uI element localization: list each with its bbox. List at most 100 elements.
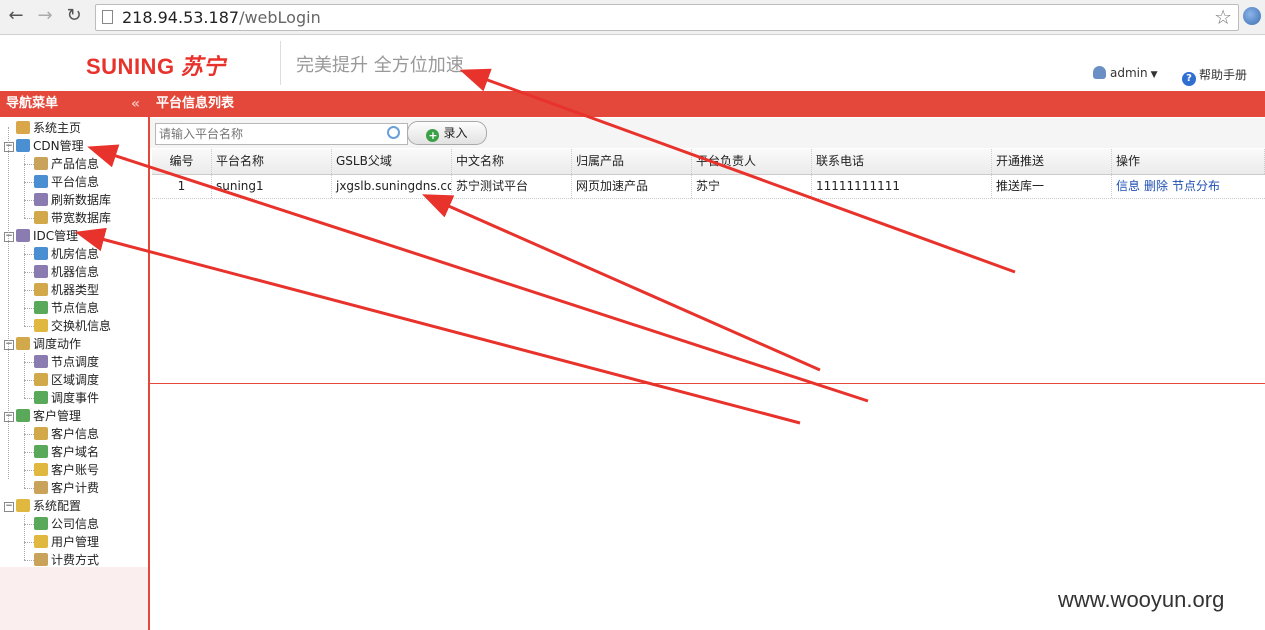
nav-item[interactable]: 机器类型 — [34, 281, 99, 299]
nav-group[interactable]: 客户管理 — [16, 407, 81, 425]
item-icon — [34, 301, 48, 314]
logo: SUNING 苏宁 — [86, 54, 226, 79]
nav-item[interactable]: 用户管理 — [34, 533, 99, 551]
add-label: 录入 — [443, 126, 468, 140]
item-icon — [34, 391, 48, 404]
column-header[interactable]: 开通推送 — [992, 149, 1112, 174]
globe-icon[interactable] — [1243, 7, 1261, 25]
tree-connector — [24, 200, 34, 201]
forward-icon[interactable]: → — [34, 5, 56, 27]
nav-group[interactable]: 调度动作 — [16, 335, 81, 353]
collapse-toggle-icon[interactable]: − — [4, 340, 14, 350]
nav-item[interactable]: 产品信息 — [34, 155, 99, 173]
column-header[interactable]: 平台名称 — [212, 149, 332, 174]
table-cell: 11111111111 — [812, 174, 992, 198]
user-name: admin — [1110, 66, 1148, 80]
table-cell: 苏宁测试平台 — [452, 174, 572, 198]
collapse-icon[interactable]: « — [131, 91, 140, 117]
sidebar-header: 导航菜单 « — [0, 91, 148, 117]
tree-connector — [24, 245, 25, 326]
collapse-toggle-icon[interactable]: − — [4, 502, 14, 512]
nav-item[interactable]: 客户域名 — [34, 443, 99, 461]
column-header[interactable]: GSLB父域 — [332, 149, 452, 174]
nav-item[interactable]: 区域调度 — [34, 371, 99, 389]
item-icon — [34, 283, 48, 296]
item-icon — [34, 247, 48, 260]
nav-tree: 系统主页 − CDN管理 产品信息 平台信息 刷新数据库 带宽数据库 − IDC管理 机房信息 机器… — [0, 117, 148, 567]
row-action-link[interactable]: 节点分布 — [1172, 179, 1220, 193]
nav-group[interactable]: CDN管理 — [16, 137, 84, 155]
collapse-toggle-icon[interactable]: − — [4, 412, 14, 422]
nav-item[interactable]: 节点信息 — [34, 299, 99, 317]
reload-icon[interactable]: ↻ — [63, 5, 85, 27]
tree-connector — [24, 254, 34, 255]
row-action-link[interactable]: 信息 — [1116, 179, 1140, 193]
tree-connector — [24, 470, 34, 471]
user-menu[interactable]: admin ▼ — [1093, 66, 1158, 80]
help-link[interactable]: ? 帮助手册 — [1182, 66, 1247, 86]
column-header[interactable]: 联系电话 — [812, 149, 992, 174]
row-action-link[interactable]: 删除 — [1144, 179, 1168, 193]
back-icon[interactable]: ← — [5, 5, 27, 27]
nav-item[interactable]: 客户信息 — [34, 425, 99, 443]
item-icon — [34, 355, 48, 368]
column-header[interactable]: 归属产品 — [572, 149, 692, 174]
nav-item[interactable]: 调度事件 — [34, 389, 99, 407]
column-header[interactable]: 编号 — [152, 149, 212, 174]
address-bar[interactable]: 218.94.53.187/webLogin ☆ — [95, 4, 1239, 31]
tree-connector — [24, 164, 34, 165]
watermark: www.wooyun.org — [1058, 587, 1225, 612]
plus-icon: + — [426, 129, 440, 142]
nav-item[interactable]: 带宽数据库 — [34, 209, 111, 227]
page-icon — [102, 10, 113, 24]
tree-connector — [24, 425, 25, 488]
nav-item[interactable]: 交换机信息 — [34, 317, 111, 335]
tree-connector — [24, 524, 34, 525]
main-panel: 平台信息列表 +录入 编号平台名称GSLB父域中文名称归属产品平台负责人联系电话… — [150, 91, 1265, 384]
nav-item[interactable]: 机房信息 — [34, 245, 99, 263]
group-icon — [16, 499, 30, 512]
tree-connector — [24, 434, 34, 435]
tree-connector — [8, 127, 9, 479]
help-label: 帮助手册 — [1199, 68, 1248, 82]
tree-connector — [24, 488, 34, 489]
tree-connector — [24, 515, 25, 560]
table-cell: suning1 — [212, 174, 332, 198]
nav-item[interactable]: 机器信息 — [34, 263, 99, 281]
table-cell: 网页加速产品 — [572, 174, 692, 198]
nav-item[interactable]: 客户计费 — [34, 479, 99, 497]
nav-group[interactable]: 系统配置 — [16, 497, 81, 515]
caret-down-icon: ▼ — [1150, 70, 1158, 80]
home-icon — [16, 121, 30, 134]
collapse-toggle-icon[interactable]: − — [4, 142, 14, 152]
item-icon — [34, 373, 48, 386]
nav-group[interactable]: IDC管理 — [16, 227, 78, 245]
item-icon — [34, 463, 48, 476]
tree-connector — [24, 272, 34, 273]
item-icon — [34, 193, 48, 206]
nav-item[interactable]: 平台信息 — [34, 173, 99, 191]
browser-toolbar: ← → ↻ 218.94.53.187/webLogin ☆ — [0, 0, 1265, 35]
column-header[interactable]: 平台负责人 — [692, 149, 812, 174]
column-header[interactable]: 中文名称 — [452, 149, 572, 174]
tree-connector — [24, 182, 34, 183]
search-icon[interactable] — [387, 126, 400, 139]
ops-cell: 信息 删除 节点分布 — [1112, 174, 1265, 198]
bookmark-star-icon[interactable]: ☆ — [1214, 5, 1232, 29]
panel-title: 平台信息列表 — [150, 91, 1265, 117]
item-icon — [34, 553, 48, 566]
collapse-toggle-icon[interactable]: − — [4, 232, 14, 242]
nav-item[interactable]: 节点调度 — [34, 353, 99, 371]
nav-item[interactable]: 公司信息 — [34, 515, 99, 533]
sidebar-title: 导航菜单 — [6, 96, 59, 111]
nav-item[interactable]: 刷新数据库 — [34, 191, 111, 209]
item-icon — [34, 175, 48, 188]
sidebar: 导航菜单 « 系统主页 − CDN管理 产品信息 平台信息 刷新数据库 带宽数据库 − IDC管… — [0, 91, 150, 630]
nav-item[interactable]: 客户账号 — [34, 461, 99, 479]
table-header: 编号 平台名称 GSLB父域 中文名称 归属产品 平台负责人 联系电话 开通推送 操作 — [152, 149, 1265, 175]
column-header[interactable]: 操作 — [1112, 149, 1265, 174]
search-input[interactable] — [155, 123, 408, 145]
add-button[interactable]: + 录入 — [407, 121, 487, 145]
tree-connector — [24, 155, 25, 218]
nav-home[interactable]: 系统主页 — [16, 119, 81, 137]
